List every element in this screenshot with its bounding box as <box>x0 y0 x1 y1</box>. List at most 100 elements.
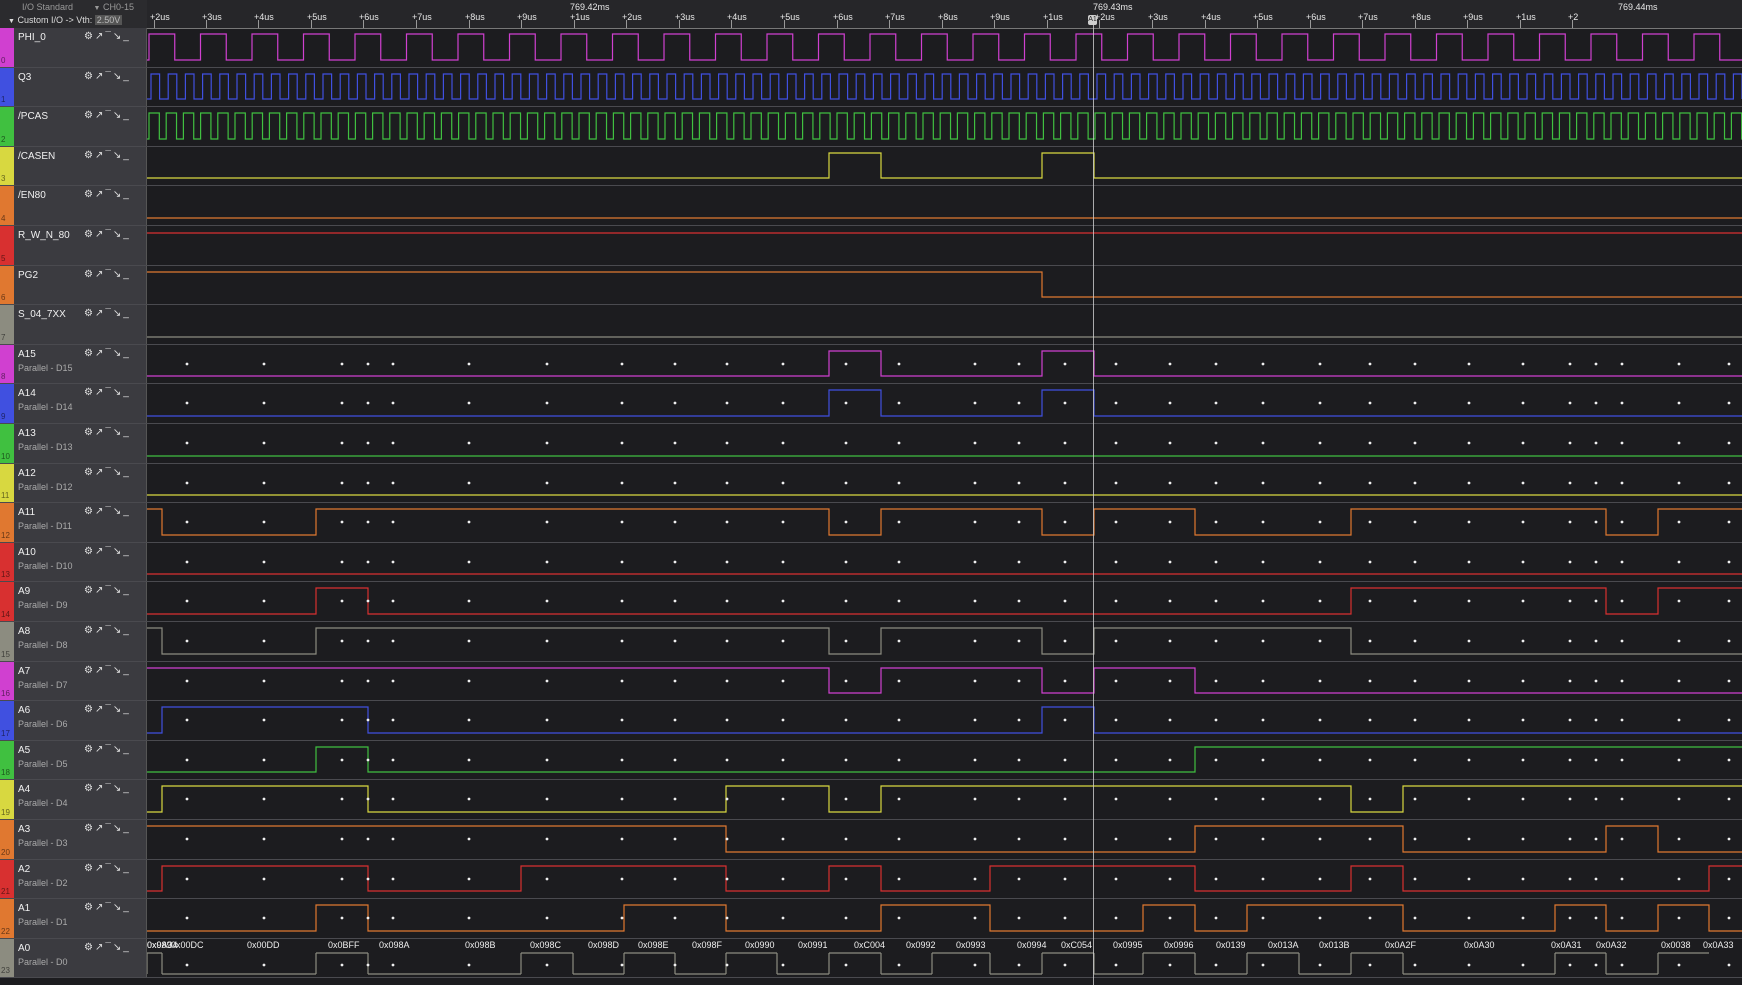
high-level-trigger-icon[interactable]: ¯ <box>105 427 113 438</box>
gear-icon[interactable]: ⚙ <box>84 269 95 280</box>
falling-edge-trigger-icon[interactable]: ↘ <box>113 783 123 794</box>
low-level-trigger-icon[interactable]: _ <box>123 942 131 953</box>
falling-edge-trigger-icon[interactable]: ↘ <box>113 308 123 319</box>
gear-icon[interactable]: ⚙ <box>84 506 95 517</box>
high-level-trigger-icon[interactable]: ¯ <box>105 71 113 82</box>
collapse-arrow-icon[interactable]: ▼ <box>8 18 15 25</box>
waveform-area[interactable] <box>147 226 1742 265</box>
waveform-area[interactable] <box>147 860 1742 898</box>
rising-edge-trigger-icon[interactable]: ↗ <box>95 665 105 676</box>
channel-name[interactable]: A0 <box>18 943 30 954</box>
falling-edge-trigger-icon[interactable]: ↘ <box>113 665 123 676</box>
rising-edge-trigger-icon[interactable]: ↗ <box>95 863 105 874</box>
high-level-trigger-icon[interactable]: ¯ <box>105 625 113 636</box>
waveform-area[interactable] <box>147 186 1742 225</box>
channel-name[interactable]: /PCAS <box>18 111 48 122</box>
falling-edge-trigger-icon[interactable]: ↘ <box>113 704 123 715</box>
low-level-trigger-icon[interactable]: _ <box>123 665 131 676</box>
high-level-trigger-icon[interactable]: ¯ <box>105 942 113 953</box>
rising-edge-trigger-icon[interactable]: ↗ <box>95 427 105 438</box>
gear-icon[interactable]: ⚙ <box>84 427 95 438</box>
low-level-trigger-icon[interactable]: _ <box>123 308 131 319</box>
channel-name[interactable]: A6 <box>18 705 30 716</box>
rising-edge-trigger-icon[interactable]: ↗ <box>95 150 105 161</box>
waveform-area[interactable] <box>147 503 1742 542</box>
channel-label-panel[interactable]: 9 A14 Parallel - D14 ⚙↗¯↘_ <box>0 384 147 423</box>
rising-edge-trigger-icon[interactable]: ↗ <box>95 942 105 953</box>
rising-edge-trigger-icon[interactable]: ↗ <box>95 31 105 42</box>
channel-label-panel[interactable]: 17 A6 Parallel - D6 ⚙↗¯↘_ <box>0 701 147 740</box>
low-level-trigger-icon[interactable]: _ <box>123 744 131 755</box>
waveform-area[interactable] <box>147 622 1742 661</box>
falling-edge-trigger-icon[interactable]: ↘ <box>113 229 123 240</box>
low-level-trigger-icon[interactable]: _ <box>123 625 131 636</box>
high-level-trigger-icon[interactable]: ¯ <box>105 189 113 200</box>
channel-label-panel[interactable]: 23 A0 Parallel - D0 ⚙↗¯↘_ <box>0 939 147 977</box>
falling-edge-trigger-icon[interactable]: ↘ <box>113 902 123 913</box>
low-level-trigger-icon[interactable]: _ <box>123 348 131 359</box>
channel-label-panel[interactable]: 3/CASEN ⚙↗¯↘_ <box>0 147 147 185</box>
high-level-trigger-icon[interactable]: ¯ <box>105 863 113 874</box>
vth-value[interactable]: 2.50V <box>94 15 123 25</box>
high-level-trigger-icon[interactable]: ¯ <box>105 31 113 42</box>
channel-label-panel[interactable]: 21 A2 Parallel - D2 ⚙↗¯↘_ <box>0 860 147 898</box>
low-level-trigger-icon[interactable]: _ <box>123 229 131 240</box>
rising-edge-trigger-icon[interactable]: ↗ <box>95 229 105 240</box>
waveform-area[interactable] <box>147 582 1742 621</box>
low-level-trigger-icon[interactable]: _ <box>123 71 131 82</box>
channel-name[interactable]: A12 <box>18 468 36 479</box>
channel-label-panel[interactable]: 20 A3 Parallel - D3 ⚙↗¯↘_ <box>0 820 147 859</box>
high-level-trigger-icon[interactable]: ¯ <box>105 269 113 280</box>
low-level-trigger-icon[interactable]: _ <box>123 387 131 398</box>
waveform-area[interactable] <box>147 68 1742 106</box>
high-level-trigger-icon[interactable]: ¯ <box>105 467 113 478</box>
falling-edge-trigger-icon[interactable]: ↘ <box>113 110 123 121</box>
high-level-trigger-icon[interactable]: ¯ <box>105 902 113 913</box>
falling-edge-trigger-icon[interactable]: ↘ <box>113 269 123 280</box>
high-level-trigger-icon[interactable]: ¯ <box>105 387 113 398</box>
waveform-area[interactable] <box>147 266 1742 304</box>
waveform-area[interactable] <box>147 147 1742 185</box>
rising-edge-trigger-icon[interactable]: ↗ <box>95 269 105 280</box>
rising-edge-trigger-icon[interactable]: ↗ <box>95 348 105 359</box>
gear-icon[interactable]: ⚙ <box>84 902 95 913</box>
gear-icon[interactable]: ⚙ <box>84 348 95 359</box>
waveform-area[interactable] <box>147 464 1742 502</box>
falling-edge-trigger-icon[interactable]: ↘ <box>113 150 123 161</box>
waveform-area[interactable] <box>147 780 1742 819</box>
falling-edge-trigger-icon[interactable]: ↘ <box>113 189 123 200</box>
high-level-trigger-icon[interactable]: ¯ <box>105 348 113 359</box>
channel-label-panel[interactable]: 1 Q3 ⚙↗¯↘_ <box>0 68 147 106</box>
channel-name[interactable]: A9 <box>18 586 30 597</box>
gear-icon[interactable]: ⚙ <box>84 150 95 161</box>
gear-icon[interactable]: ⚙ <box>84 189 95 200</box>
high-level-trigger-icon[interactable]: ¯ <box>105 704 113 715</box>
low-level-trigger-icon[interactable]: _ <box>123 506 131 517</box>
low-level-trigger-icon[interactable]: _ <box>123 269 131 280</box>
rising-edge-trigger-icon[interactable]: ↗ <box>95 189 105 200</box>
channel-label-panel[interactable]: 11 A12 Parallel - D12 ⚙↗¯↘_ <box>0 464 147 502</box>
falling-edge-trigger-icon[interactable]: ↘ <box>113 863 123 874</box>
high-level-trigger-icon[interactable]: ¯ <box>105 150 113 161</box>
channel-name[interactable]: A8 <box>18 626 30 637</box>
io-standard-row[interactable]: I/O Standard ▼ CH0-15 <box>8 1 134 15</box>
low-level-trigger-icon[interactable]: _ <box>123 863 131 874</box>
channel-label-panel[interactable]: 13 A10 Parallel - D10 ⚙↗¯↘_ <box>0 543 147 581</box>
falling-edge-trigger-icon[interactable]: ↘ <box>113 506 123 517</box>
high-level-trigger-icon[interactable]: ¯ <box>105 229 113 240</box>
channel-label-panel[interactable]: 10 A13 Parallel - D13 ⚙↗¯↘_ <box>0 424 147 463</box>
channel-name[interactable]: A15 <box>18 349 36 360</box>
waveform-area[interactable] <box>147 424 1742 463</box>
rising-edge-trigger-icon[interactable]: ↗ <box>95 744 105 755</box>
low-level-trigger-icon[interactable]: _ <box>123 467 131 478</box>
low-level-trigger-icon[interactable]: _ <box>123 902 131 913</box>
waveform-area[interactable] <box>147 384 1742 423</box>
falling-edge-trigger-icon[interactable]: ↘ <box>113 942 123 953</box>
gear-icon[interactable]: ⚙ <box>84 71 95 82</box>
channel-label-panel[interactable]: 16 A7 Parallel - D7 ⚙↗¯↘_ <box>0 662 147 700</box>
rising-edge-trigger-icon[interactable]: ↗ <box>95 585 105 596</box>
low-level-trigger-icon[interactable]: _ <box>123 585 131 596</box>
rising-edge-trigger-icon[interactable]: ↗ <box>95 506 105 517</box>
high-level-trigger-icon[interactable]: ¯ <box>105 823 113 834</box>
channel-label-panel[interactable]: 4/EN80 ⚙↗¯↘_ <box>0 186 147 225</box>
